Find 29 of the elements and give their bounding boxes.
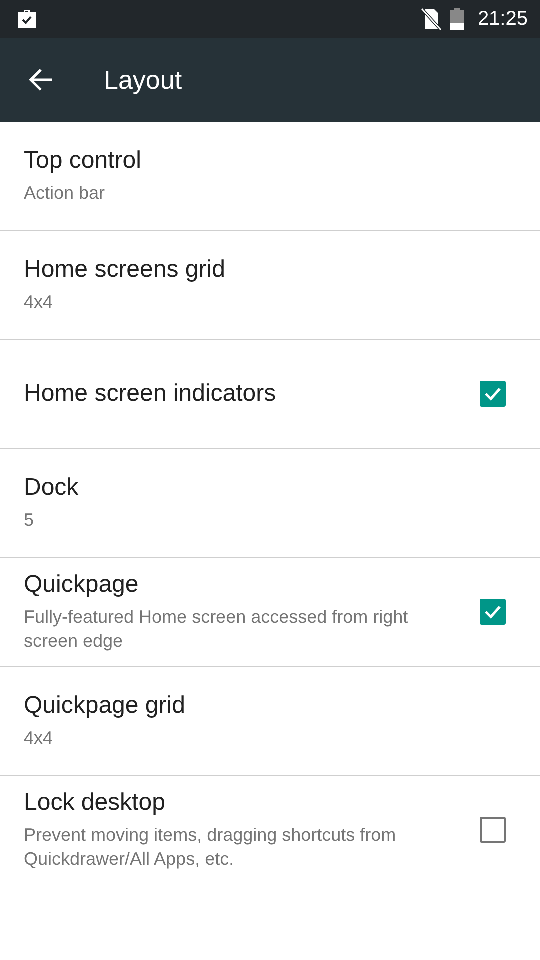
battery-icon [450, 8, 464, 30]
screen-title: Layout [104, 64, 182, 96]
setting-item[interactable]: Home screen indicators [0, 340, 540, 449]
setting-title: Quickpage grid [24, 692, 186, 720]
setting-title: Top control [24, 147, 142, 175]
setting-title: Quickpage [24, 571, 139, 599]
no-sim-icon [420, 7, 442, 31]
setting-summary: 4x4 [24, 291, 54, 314]
setting-item[interactable]: Top control Action bar [0, 122, 540, 231]
setting-item[interactable]: Quickpage grid 4x4 [0, 667, 540, 776]
setting-summary: Fully-featured Home screen accessed from right screen edge [24, 606, 410, 653]
briefcase-check-icon [16, 8, 38, 30]
setting-title: Home screens grid [24, 256, 226, 284]
setting-item[interactable]: Home screens grid 4x4 [0, 231, 540, 340]
checkbox[interactable] [480, 599, 506, 625]
setting-title: Home screen indicators [24, 380, 276, 408]
setting-title: Lock desktop [24, 789, 166, 817]
setting-item[interactable]: Lock desktop Prevent moving items, dragging shortcuts from Quickdrawer/All Apps, etc. [0, 776, 540, 884]
checkbox[interactable] [480, 817, 506, 843]
checkbox[interactable] [480, 381, 506, 407]
setting-summary: Prevent moving items, dragging shortcuts from Quickdrawer/All Apps, etc. [24, 824, 398, 871]
setting-item[interactable]: Dock 5 [0, 449, 540, 558]
setting-summary: Action bar [24, 182, 106, 205]
setting-summary: 4x4 [24, 727, 54, 750]
clock: 21:25 [478, 8, 528, 30]
setting-item[interactable]: Quickpage Fully-featured Home screen accessed from right screen edge [0, 558, 540, 667]
setting-title: Dock [24, 474, 79, 502]
setting-summary: 5 [24, 509, 34, 532]
back-arrow-icon [28, 67, 54, 93]
